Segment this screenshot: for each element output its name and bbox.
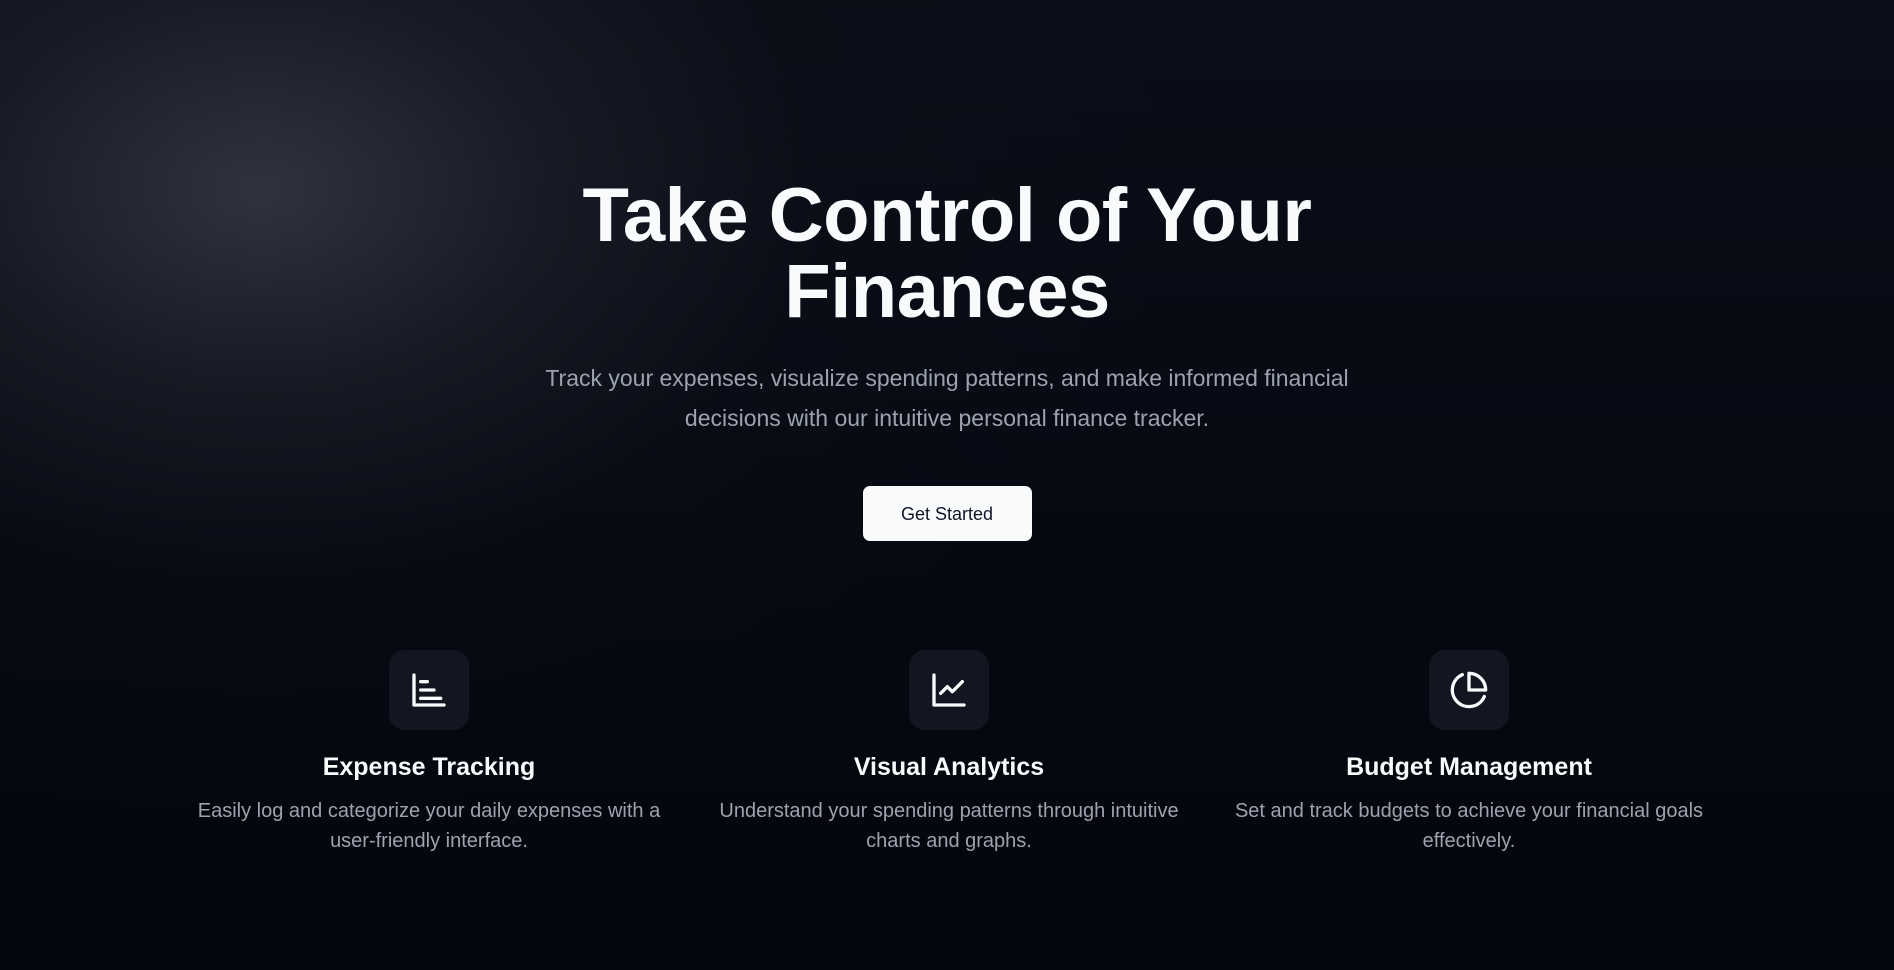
feature-card-expense-tracking: Expense Tracking Easily log and categori… — [189, 650, 669, 856]
hero-subtitle: Track your expenses, visualize spending … — [545, 365, 1349, 431]
hero-title: Take Control of Your Finances — [582, 173, 1312, 334]
bar-list-icon — [389, 650, 469, 730]
feature-description: Easily log and categorize your daily exp… — [197, 800, 661, 852]
feature-description: Understand your spending patterns throug… — [719, 800, 1179, 852]
feature-card-budget-management: Budget Management Set and track budgets … — [1229, 650, 1709, 856]
feature-title: Visual Analytics — [853, 753, 1045, 781]
pie-chart-icon — [1429, 650, 1509, 730]
hero-section: Take Control of Your Finances Track your… — [0, 178, 1894, 541]
feature-card-visual-analytics: Visual Analytics Understand your spendin… — [709, 650, 1189, 856]
feature-title: Budget Management — [1346, 753, 1592, 781]
landing-page: Take Control of Your Finances Track your… — [0, 0, 1894, 970]
get-started-button[interactable]: Get Started — [862, 486, 1032, 541]
line-chart-icon — [909, 650, 989, 730]
feature-description: Set and track budgets to achieve your fi… — [1234, 800, 1704, 852]
feature-title: Expense Tracking — [322, 753, 536, 781]
